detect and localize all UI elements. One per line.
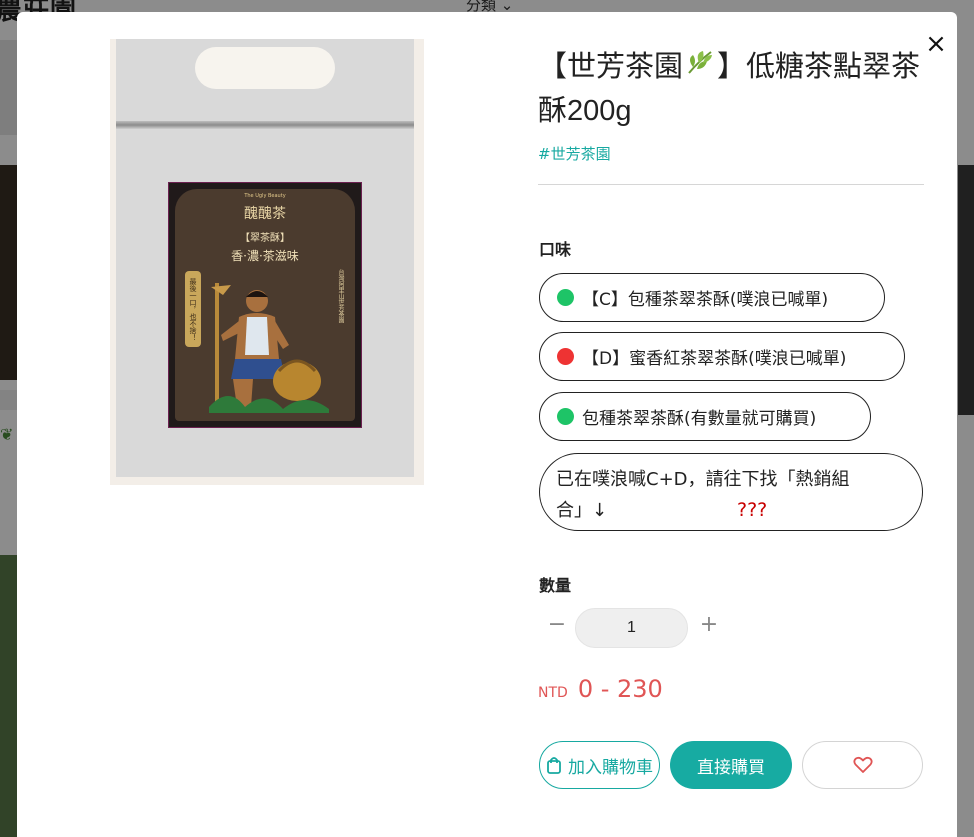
flavor-option-baozhong[interactable]: 包種茶翠茶酥(有數量就可購買): [539, 392, 871, 441]
quantity-input[interactable]: [575, 608, 688, 648]
label-subtitle: 【翠茶酥】: [240, 233, 290, 244]
product-title-part1: 【世芳茶園: [538, 51, 684, 83]
flavor-option-label: 包種茶翠茶酥(有數量就可購買): [582, 409, 817, 429]
divider: [538, 184, 924, 185]
flavor-option-c[interactable]: 【C】包種茶翠茶酥(噗浪已喊單): [539, 273, 885, 322]
note-line-1: 已在噗浪喊C+D，請往下找「熱銷組: [556, 469, 850, 490]
question-marks: ???: [737, 499, 768, 521]
price: NTD 0 - 230: [538, 675, 663, 703]
status-dot-icon: [557, 408, 574, 425]
flavor-option-label: 【D】蜜香紅茶翠茶酥(噗浪已喊單): [582, 349, 847, 369]
note-line-2: 合」↓: [556, 500, 608, 521]
status-dot-icon: [557, 289, 574, 306]
product-image: The Ugly Beauty 醜醜茶 【翠茶酥】 香·濃·茶滋味 最後一口，也…: [110, 39, 424, 485]
flavor-label: 口味: [539, 240, 572, 259]
minus-icon[interactable]: −: [545, 612, 569, 637]
package-label: The Ugly Beauty 醜醜茶 【翠茶酥】 香·濃·茶滋味 最後一口，也…: [168, 182, 362, 428]
add-to-cart-label: 加入購物車: [568, 757, 653, 778]
packaging-bag: The Ugly Beauty 醜醜茶 【翠茶酥】 香·濃·茶滋味 最後一口，也…: [116, 39, 414, 477]
flavor-option-label: 【C】包種茶翠茶酥(噗浪已喊單): [582, 290, 829, 310]
add-to-cart-button[interactable]: 加入購物車: [539, 741, 660, 789]
price-value: 0 - 230: [577, 675, 663, 703]
shopping-bag-icon: [547, 757, 561, 774]
bag-handle: [195, 47, 335, 89]
quantity-stepper: − +: [539, 608, 729, 648]
buy-now-label: 直接購買: [697, 757, 765, 778]
flavor-option-note[interactable]: 已在噗浪喊C+D，請往下找「熱銷組 合」↓ ???: [539, 453, 923, 531]
bag-seal: [116, 121, 414, 129]
label-side-tag: 最後一口，也不捨！: [185, 271, 201, 347]
plus-icon[interactable]: +: [697, 612, 721, 637]
status-dot-icon: [557, 348, 574, 365]
farmer-illustration: [209, 283, 329, 413]
favorite-button[interactable]: [802, 741, 923, 789]
price-currency: NTD: [538, 685, 568, 701]
product-modal: × The Ugly Beauty 醜醜茶 【翠茶酥】 香·濃·茶滋味 最後一口…: [17, 12, 957, 837]
buy-now-button[interactable]: 直接購買: [670, 741, 792, 789]
label-slogan: 香·濃·茶滋味: [231, 249, 299, 263]
heart-icon: [852, 756, 873, 773]
quantity-label: 數量: [539, 576, 572, 595]
product-title: 【世芳茶園 】低糖茶點翠茶酥200g: [538, 46, 928, 133]
label-brand: The Ugly Beauty: [244, 193, 286, 199]
leaf-icon: [685, 47, 715, 90]
label-name: 醜醜茶: [244, 206, 286, 222]
flavor-option-d[interactable]: 【D】蜜香紅茶翠茶酥(噗浪已喊單): [539, 332, 905, 381]
brand-tag-link[interactable]: #世芳茶園: [538, 143, 611, 164]
